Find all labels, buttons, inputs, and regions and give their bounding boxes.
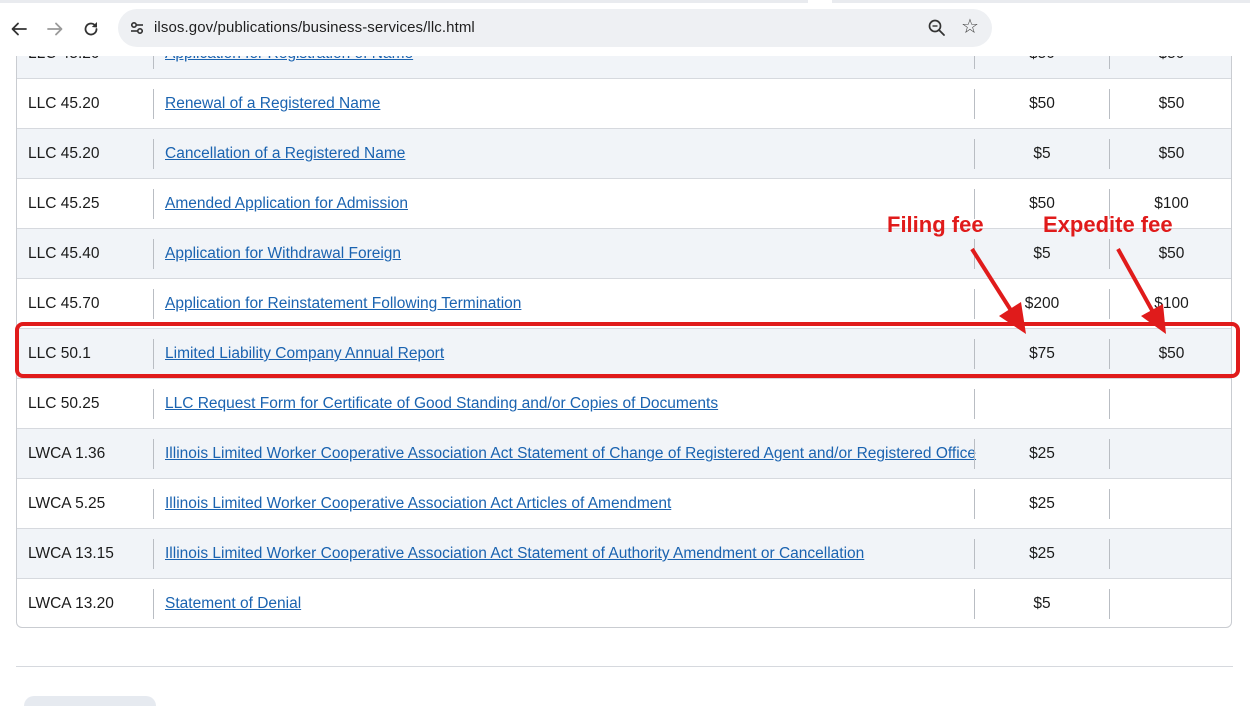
- expedite-fee: [1110, 429, 1231, 479]
- form-code: LLC 45.70: [28, 295, 100, 312]
- zoom-icon[interactable]: [926, 17, 948, 39]
- expedite-fee: $50: [1158, 145, 1185, 162]
- column-divider: [153, 539, 154, 569]
- column-divider: [153, 89, 154, 119]
- form-code: LLC 45.20: [28, 145, 100, 162]
- expedite-fee: $100: [1154, 295, 1189, 312]
- form-link[interactable]: LLC Request Form for Certificate of Good…: [165, 379, 718, 429]
- table-row: LWCA 5.25 Illinois Limited Worker Cooper…: [17, 479, 1231, 529]
- form-link[interactable]: Application for Reinstatement Following …: [165, 279, 521, 329]
- filing-fee: $25: [1029, 495, 1055, 512]
- form-link[interactable]: Amended Application for Admission: [165, 179, 408, 229]
- section-divider: [16, 666, 1233, 667]
- url-text[interactable]: ilsos.gov/publications/business-services…: [154, 19, 475, 36]
- expedite-fee: [1110, 379, 1231, 429]
- expedite-fee: [1110, 479, 1231, 529]
- form-link[interactable]: Illinois Limited Worker Cooperative Asso…: [165, 429, 976, 479]
- filing-fee: $200: [1024, 295, 1060, 312]
- filing-fee: $25: [1029, 545, 1055, 562]
- form-link[interactable]: Renewal of a Registered Name: [165, 79, 380, 129]
- filing-fee: $50: [1029, 95, 1055, 112]
- arrow-left-icon[interactable]: [6, 16, 32, 42]
- expedite-fee-label: Expedite fee: [1043, 212, 1173, 237]
- fee-table: LLC 45.20 Application for Registration o…: [16, 28, 1232, 628]
- star-icon[interactable]: ☆: [958, 15, 982, 39]
- form-code: LLC 45.40: [28, 245, 100, 262]
- table-row: LLC 50.25 LLC Request Form for Certifica…: [17, 379, 1231, 429]
- column-divider: [153, 439, 154, 469]
- column-divider: [153, 489, 154, 519]
- form-link[interactable]: Statement of Denial: [165, 579, 301, 627]
- form-link[interactable]: Application for Withdrawal Foreign: [165, 229, 401, 279]
- filing-fee: $5: [1033, 595, 1051, 612]
- expedite-fee: [1110, 529, 1231, 579]
- filing-fee-label: Filing fee: [887, 212, 984, 237]
- expedite-fee: $50: [1158, 345, 1185, 362]
- column-divider: [153, 339, 154, 369]
- form-code: LLC 50.25: [28, 395, 100, 412]
- table-row: LLC 45.70 Application for Reinstatement …: [17, 279, 1231, 329]
- form-code: LLC 45.20: [28, 95, 100, 112]
- arrow-right-icon[interactable]: [42, 16, 68, 42]
- address-bar[interactable]: ilsos.gov/publications/business-services…: [118, 9, 992, 47]
- form-link[interactable]: Illinois Limited Worker Cooperative Asso…: [165, 479, 671, 529]
- tab-strip-edge: [0, 0, 1250, 3]
- form-code: LWCA 1.36: [28, 445, 106, 462]
- table-row: LLC 45.20 Cancellation of a Registered N…: [17, 129, 1231, 179]
- table-row: LWCA 13.20 Statement of Denial $5: [17, 579, 1231, 627]
- partial-button[interactable]: [24, 696, 156, 706]
- form-code: LWCA 13.20: [28, 595, 114, 612]
- form-link[interactable]: Illinois Limited Worker Cooperative Asso…: [165, 529, 864, 579]
- tune-icon[interactable]: [124, 15, 150, 41]
- filing-fee: $5: [1033, 145, 1051, 162]
- filing-fee: $25: [1029, 445, 1055, 462]
- form-link[interactable]: Limited Liability Company Annual Report: [165, 329, 444, 379]
- form-code: LWCA 5.25: [28, 495, 106, 512]
- expedite-fee: $50: [1158, 95, 1185, 112]
- table-row: LWCA 1.36 Illinois Limited Worker Cooper…: [17, 429, 1231, 479]
- expedite-fee: [1110, 579, 1231, 627]
- column-divider: [153, 239, 154, 269]
- column-divider: [153, 189, 154, 219]
- browser-toolbar: ilsos.gov/publications/business-services…: [0, 0, 1250, 56]
- table-row: LLC 45.20 Renewal of a Registered Name $…: [17, 79, 1231, 129]
- column-divider: [153, 389, 154, 419]
- form-link[interactable]: Cancellation of a Registered Name: [165, 129, 405, 179]
- column-divider: [153, 289, 154, 319]
- form-code: LWCA 13.15: [28, 545, 114, 562]
- table-row-highlighted: LLC 50.1 Limited Liability Company Annua…: [17, 329, 1231, 379]
- form-code: LLC 50.1: [28, 345, 91, 362]
- filing-fee: $75: [1029, 345, 1055, 362]
- column-divider: [153, 139, 154, 169]
- filing-fee: [975, 379, 1109, 429]
- form-code: LLC 45.25: [28, 195, 100, 212]
- table-row: LWCA 13.15 Illinois Limited Worker Coope…: [17, 529, 1231, 579]
- reload-icon[interactable]: [78, 16, 104, 42]
- column-divider: [153, 589, 154, 619]
